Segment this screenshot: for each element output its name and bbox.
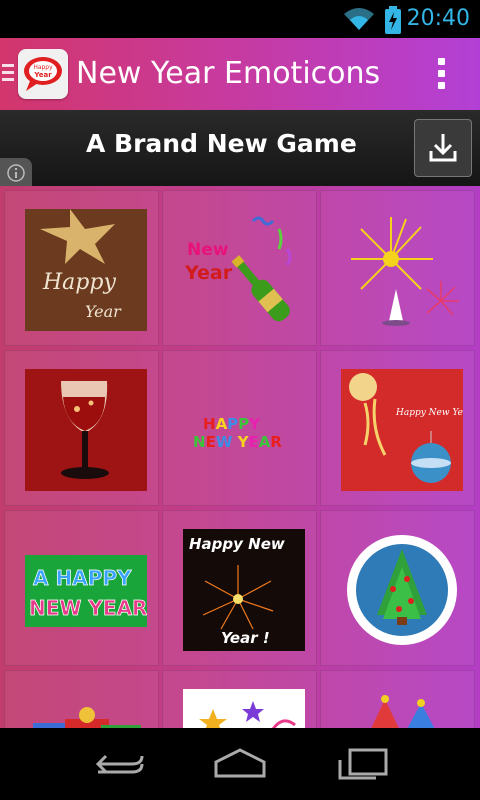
page-title: New Year Emoticons xyxy=(76,56,381,91)
svg-text:Year: Year xyxy=(85,302,122,321)
emoticon-happy-new-year-text: HAPPY NEW YEAR xyxy=(183,369,305,491)
emoticon-fireworks-card: Happy New Year ! xyxy=(183,529,305,651)
svg-text:Year: Year xyxy=(184,262,233,284)
svg-text:NEW YEAR: NEW YEAR xyxy=(193,433,282,451)
wifi-icon xyxy=(344,8,374,30)
app-bar: Happy Year New Year Emoticons xyxy=(0,38,480,110)
emoticon-cell[interactable] xyxy=(320,190,475,346)
emoticon-gifts xyxy=(25,689,147,728)
svg-text:Happy: Happy xyxy=(33,64,53,71)
overflow-menu-icon[interactable] xyxy=(438,58,446,94)
emoticon-cell[interactable] xyxy=(320,670,475,728)
ad-text[interactable]: A Brand New Game xyxy=(86,129,357,158)
emoticon-ornament-card: Happy New Year! xyxy=(341,369,463,491)
drawer-indicator-icon[interactable] xyxy=(2,64,14,85)
emoticon-fireworks xyxy=(341,209,463,331)
app-logo-icon: Happy Year xyxy=(24,57,62,91)
recents-icon[interactable] xyxy=(336,748,388,780)
svg-text:NEW YEAR: NEW YEAR xyxy=(29,596,147,620)
emoticon-cell[interactable] xyxy=(4,670,159,728)
clock: 20:40 xyxy=(406,6,470,31)
emoticon-grid: Happy Year New Year HAPPY NEW YEAR Happy… xyxy=(0,186,480,728)
emoticon-snow-globe-tree xyxy=(341,529,463,651)
emoticon-wine-glass xyxy=(25,369,147,491)
status-bar: 20:40 xyxy=(0,0,480,38)
emoticon-chocolate-happy-new-year: Happy Year xyxy=(25,209,147,331)
navigation-bar xyxy=(0,728,480,800)
svg-text:HAPPY: HAPPY xyxy=(203,415,261,433)
download-button[interactable] xyxy=(414,119,472,177)
emoticon-cell[interactable] xyxy=(162,670,317,728)
back-icon[interactable] xyxy=(94,748,146,780)
info-icon xyxy=(7,164,25,182)
emoticon-cell[interactable]: New Year xyxy=(162,190,317,346)
emoticon-party-stars xyxy=(183,689,305,728)
emoticon-cell[interactable]: A HAPPY NEW YEAR xyxy=(4,510,159,666)
emoticon-cell[interactable]: Happy New Year ! xyxy=(162,510,317,666)
ad-info-button[interactable] xyxy=(0,158,32,186)
svg-text:Year: Year xyxy=(33,71,52,79)
home-icon[interactable] xyxy=(212,748,268,780)
svg-text:Happy New: Happy New xyxy=(189,535,285,553)
svg-text:A HAPPY: A HAPPY xyxy=(33,566,132,590)
svg-text:New: New xyxy=(187,240,229,260)
svg-text:Happy: Happy xyxy=(42,270,116,295)
emoticon-cell[interactable]: HAPPY NEW YEAR xyxy=(162,350,317,506)
download-icon xyxy=(429,134,457,162)
emoticon-cell[interactable]: Happy New Year! xyxy=(320,350,475,506)
emoticon-champagne-new-year: New Year xyxy=(183,209,305,331)
svg-text:Happy New Year!: Happy New Year! xyxy=(395,408,463,418)
emoticon-cell[interactable] xyxy=(4,350,159,506)
emoticon-party-hats xyxy=(341,689,463,728)
emoticon-cell[interactable] xyxy=(320,510,475,666)
svg-text:Year !: Year ! xyxy=(221,629,270,647)
emoticon-cell[interactable]: Happy Year xyxy=(4,190,159,346)
app-logo[interactable]: Happy Year xyxy=(18,49,68,99)
battery-charging-icon xyxy=(385,6,401,34)
emoticon-green-happy-new-year: A HAPPY NEW YEAR xyxy=(25,529,147,651)
ad-banner[interactable]: A Brand New Game xyxy=(0,110,480,186)
